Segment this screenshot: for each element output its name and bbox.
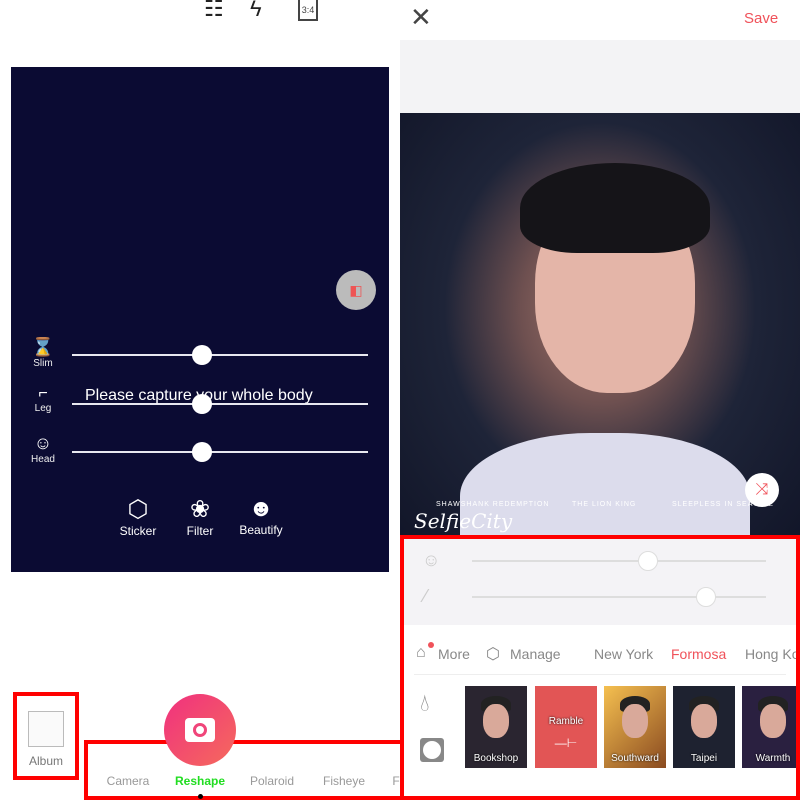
filter-button[interactable]: ❀ Filter bbox=[170, 495, 230, 538]
shutter-button[interactable] bbox=[164, 694, 236, 766]
camera-icon bbox=[185, 718, 215, 742]
mode-polaroid[interactable]: Polaroid bbox=[250, 774, 294, 788]
filter-panel-highlight bbox=[400, 535, 800, 800]
photo: SHAWSHANK REDEMPTION THE LION KING SLEEP… bbox=[400, 113, 800, 548]
beautify-button[interactable]: ☻ Beautify bbox=[231, 495, 291, 537]
mode-next[interactable]: F bbox=[392, 774, 399, 788]
slim-slider[interactable] bbox=[72, 354, 368, 356]
album-button[interactable]: Album bbox=[13, 692, 79, 780]
sticker-button[interactable]: ⬡ Sticker bbox=[108, 495, 168, 538]
face-icon: ☺ bbox=[33, 433, 53, 453]
mode-fisheye[interactable]: Fisheye bbox=[323, 774, 365, 788]
mode-indicator bbox=[198, 794, 203, 799]
high-heel-icon: ⌐ bbox=[38, 385, 48, 402]
compare-icon[interactable]: ◧ bbox=[336, 270, 376, 310]
watermark-logo: SelfieCity bbox=[414, 509, 513, 533]
save-button[interactable]: Save bbox=[744, 10, 778, 27]
beautify-icon: ☻ bbox=[248, 495, 274, 522]
slim-slider-thumb[interactable] bbox=[192, 345, 212, 365]
camera-preview: ◧ ⌛ Slim ⌐ Leg ☺ Head Please capture you… bbox=[11, 67, 389, 572]
mode-reshape[interactable]: Reshape bbox=[175, 774, 225, 788]
camera-screen: ☷ ϟ 3:4 ◧ ⌛ Slim ⌐ Leg ☺ Head Please cap… bbox=[0, 0, 404, 800]
flash-off-icon[interactable]: ϟ bbox=[250, 0, 262, 22]
sliders-icon[interactable]: ☷ bbox=[204, 0, 224, 22]
mode-bar bbox=[84, 740, 404, 800]
filter-icon: ❀ bbox=[189, 496, 211, 523]
close-icon[interactable]: ✕ bbox=[410, 2, 432, 33]
sticker-icon: ⬡ bbox=[127, 496, 149, 523]
editor-screen: ✕ Save SHAWSHANK REDEMPTION THE LION KIN… bbox=[400, 0, 800, 800]
shuffle-icon[interactable]: ⤨ bbox=[745, 473, 779, 507]
aspect-ratio-button[interactable]: 3:4 bbox=[298, 0, 318, 21]
waist-icon: ⌛ bbox=[31, 337, 55, 357]
head-slider[interactable] bbox=[72, 451, 368, 453]
capture-hint: Please capture your whole body bbox=[85, 387, 313, 404]
head-slider-thumb[interactable] bbox=[192, 442, 212, 462]
slim-slider-label: ⌛ Slim bbox=[23, 337, 63, 369]
album-thumbnail bbox=[28, 711, 64, 747]
mode-camera[interactable]: Camera bbox=[107, 774, 150, 788]
